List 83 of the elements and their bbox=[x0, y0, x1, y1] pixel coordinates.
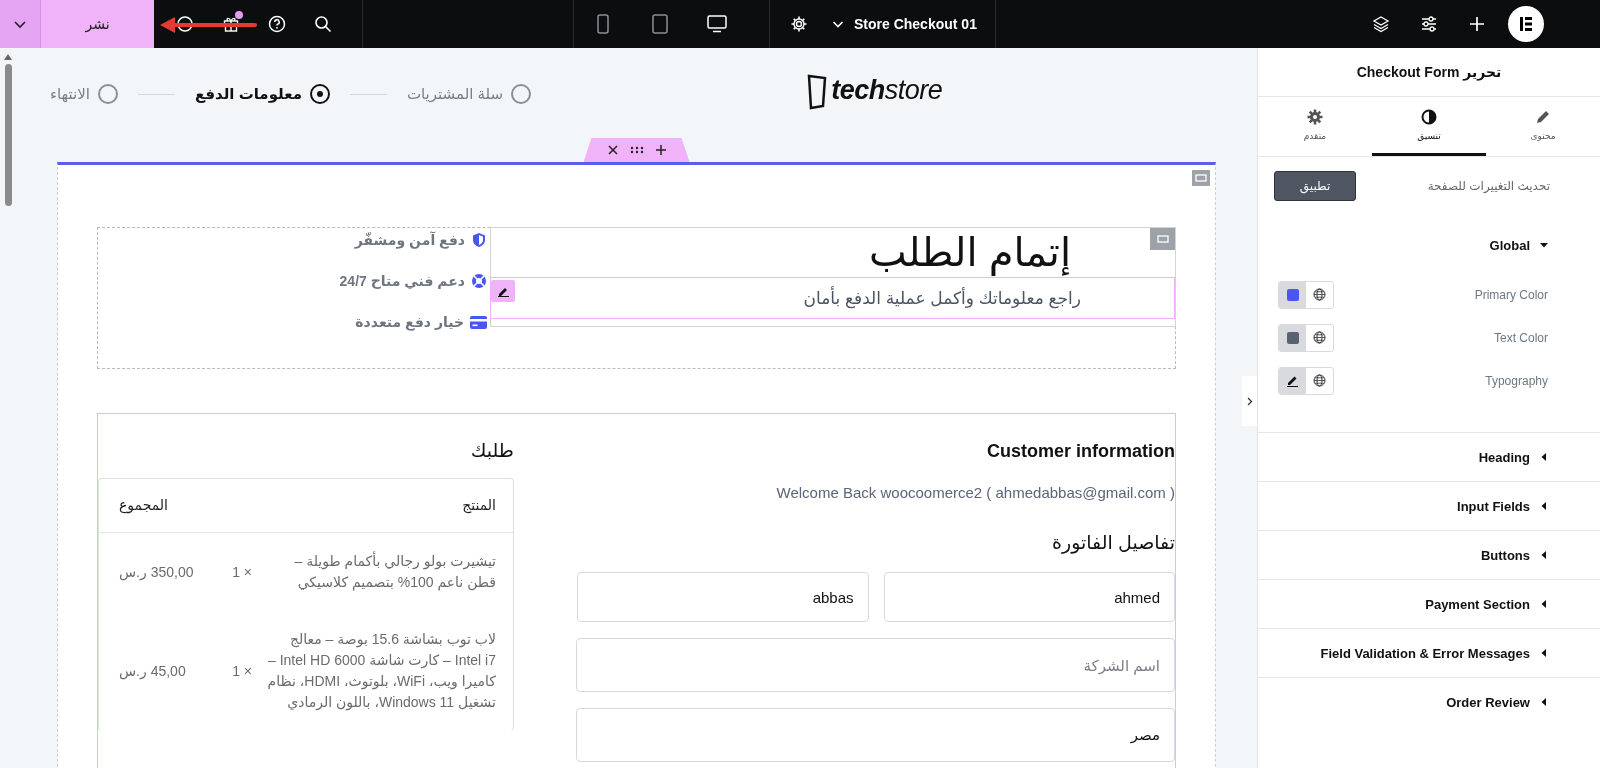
search-icon bbox=[314, 15, 332, 33]
publish-button[interactable]: نشر bbox=[40, 0, 154, 48]
settings-icon bbox=[790, 15, 808, 33]
tablet-icon bbox=[651, 14, 668, 34]
billing-heading: تفاصيل الفاتورة bbox=[1051, 531, 1175, 554]
quantity-text: × 1 bbox=[231, 661, 252, 681]
welcome-text: Welcome Back woocoomerce2 ( ahmedabbas@gmail.com ) bbox=[775, 484, 1175, 501]
product-name: تيشيرت بولو رجالي بأكمام طويلة – قطن ناعم 100% بتصميم كلاسيكي bbox=[293, 551, 496, 593]
gear-icon bbox=[1307, 109, 1323, 125]
section-header[interactable]: Order Review bbox=[1258, 678, 1600, 726]
help-icon bbox=[268, 15, 286, 33]
store-logo: techstore bbox=[831, 74, 943, 106]
rectangle-icon bbox=[1195, 174, 1207, 182]
input-field[interactable]: abbas bbox=[577, 572, 869, 622]
scroll-up-arrow-icon[interactable] bbox=[4, 54, 12, 60]
layers-icon bbox=[1372, 15, 1390, 33]
style-control[interactable] bbox=[1278, 280, 1334, 309]
drag-dots-icon bbox=[629, 146, 644, 154]
section-header[interactable]: Heading bbox=[1258, 433, 1600, 481]
container-handle[interactable] bbox=[1192, 170, 1210, 186]
panel-tab[interactable]: محتوى bbox=[1486, 97, 1600, 156]
section-header[interactable]: Field Validation & Error Messages bbox=[1258, 629, 1600, 677]
price-text: 45,00 ر.س bbox=[119, 661, 187, 682]
half-circle-icon bbox=[1421, 109, 1437, 125]
credit-card-icon bbox=[470, 315, 487, 329]
control-label: Primary Color bbox=[1474, 287, 1548, 302]
price-text: 350,00 ر.س bbox=[119, 562, 195, 583]
rectangle-icon bbox=[1156, 235, 1169, 243]
step-label: الانتهاء bbox=[50, 85, 90, 103]
style-control[interactable] bbox=[1278, 323, 1334, 352]
scrollbar-thumb[interactable] bbox=[4, 64, 12, 206]
feature-text: دفع آمن ومشفّر bbox=[354, 232, 465, 248]
apply-button[interactable]: تطبيق bbox=[1274, 171, 1356, 201]
panel-tab[interactable]: متقدم bbox=[1258, 97, 1372, 156]
notification-dot bbox=[235, 11, 243, 19]
circle-icon bbox=[176, 15, 194, 33]
page-title-dropdown[interactable]: Store Checkout 01 bbox=[832, 0, 977, 48]
page-heading: إتمام الطلب bbox=[868, 229, 1071, 277]
plus-icon bbox=[1469, 16, 1485, 32]
pencil-icon bbox=[497, 285, 509, 297]
input-field[interactable]: ahmed bbox=[883, 572, 1175, 622]
widget-handle[interactable] bbox=[1150, 228, 1175, 250]
order-heading: طلبك bbox=[469, 439, 514, 462]
color-swatch[interactable] bbox=[1286, 288, 1299, 301]
page-subtitle: راجع معلوماتك وأكمل عملية الدفع بأمان bbox=[803, 287, 1082, 309]
product-name: لاب توب بشاشة 15.6 بوصة – معالج Intel i7 – كارت شاشة Intel HD 6000 – كاميرا ويب، WiFi، بلوتوث، HDMI، نظام تشغيل Windows 11، باللون الرمادي bbox=[266, 630, 496, 713]
plus-icon bbox=[655, 145, 666, 155]
pencil-icon[interactable] bbox=[1286, 374, 1299, 387]
section-header[interactable]: Buttons bbox=[1258, 531, 1600, 579]
section-heading: Customer information bbox=[986, 441, 1175, 462]
control-label: Text Color bbox=[1493, 330, 1548, 345]
feature-text: دعم فني متاح 24/7 bbox=[339, 273, 465, 289]
app-logo[interactable] bbox=[1508, 6, 1544, 42]
chevron-right-icon bbox=[1246, 396, 1253, 406]
input-field[interactable]: مصر bbox=[576, 708, 1175, 762]
monitor-icon bbox=[706, 15, 727, 33]
globe-icon[interactable] bbox=[1313, 288, 1326, 301]
edit-widget-button[interactable] bbox=[491, 280, 515, 302]
style-control[interactable] bbox=[1278, 366, 1334, 395]
globe-icon[interactable] bbox=[1313, 331, 1326, 344]
feature-text: خيار دفع متعددة bbox=[355, 314, 464, 330]
section-header[interactable]: Payment Section bbox=[1258, 580, 1600, 628]
sliders-icon bbox=[1420, 15, 1438, 33]
panel-tab[interactable]: تنسيق bbox=[1372, 97, 1486, 156]
phone-icon bbox=[596, 14, 609, 34]
control-label: Typography bbox=[1485, 373, 1548, 388]
shield-icon bbox=[471, 232, 487, 248]
panel-title: تحرير Checkout Form bbox=[1258, 48, 1600, 97]
step-label: سلة المشتريات bbox=[406, 85, 504, 103]
close-icon bbox=[607, 145, 618, 155]
pencil-icon bbox=[1535, 109, 1551, 125]
apply-changes-label: تحديث التغييرات للصفحة bbox=[1427, 179, 1550, 193]
section-header[interactable]: Input Fields bbox=[1258, 482, 1600, 530]
step-label: معلومات الدفع bbox=[194, 85, 302, 103]
lifebuoy-icon bbox=[471, 273, 487, 289]
column-header: المنتج bbox=[461, 496, 496, 516]
globe-icon[interactable] bbox=[1313, 374, 1326, 387]
color-swatch[interactable] bbox=[1286, 331, 1299, 344]
input-field[interactable]: اسم الشركة bbox=[576, 638, 1175, 692]
gift-icon bbox=[222, 15, 240, 33]
section-header[interactable]: Global bbox=[1258, 217, 1600, 273]
column-header: المجموع bbox=[119, 496, 169, 516]
quantity-text: × 1 bbox=[231, 562, 252, 582]
